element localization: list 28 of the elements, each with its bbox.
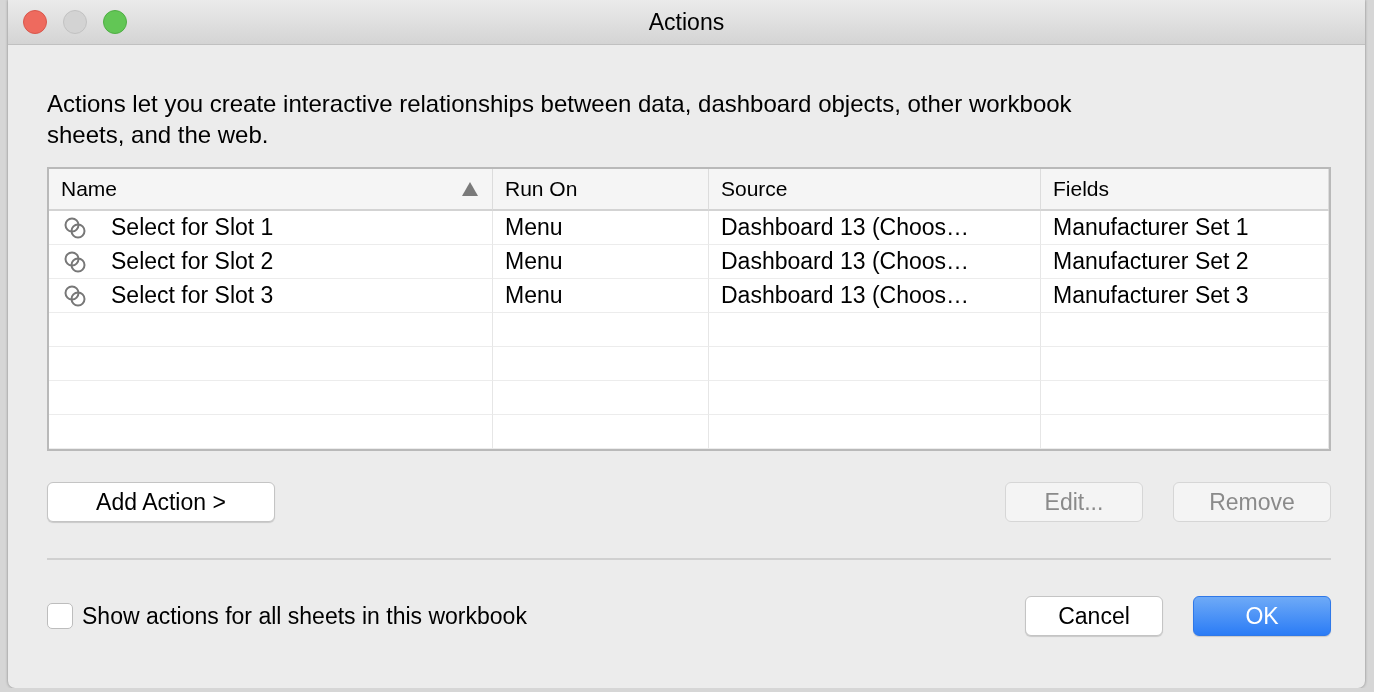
checkbox-label: Show actions for all sheets in this workbook <box>82 602 527 630</box>
checkbox[interactable] <box>47 603 73 629</box>
table-cell: Dashboard 13 (Choos… <box>709 245 1041 279</box>
action-name: Select for Slot 2 <box>111 248 274 275</box>
window-title: Actions <box>648 8 725 35</box>
action-name: Select for Slot 3 <box>111 282 274 309</box>
table-cell: Manufacturer Set 2 <box>1041 245 1329 279</box>
column-header[interactable]: Name <box>49 169 493 211</box>
column-header[interactable]: Run On <box>493 169 709 211</box>
action-name: Select for Slot 1 <box>111 214 274 241</box>
column-header[interactable]: Source <box>709 169 1041 211</box>
description-text: Actions let you create interactive relationships between data, dashboard objects, other workbook sheets, and the web. <box>47 89 1073 150</box>
table-cell: Manufacturer Set 1 <box>1041 211 1329 245</box>
cancel-button[interactable]: Cancel <box>1025 596 1163 636</box>
column-header[interactable]: Fields <box>1041 169 1329 211</box>
close-button[interactable] <box>23 10 47 34</box>
linked-rings-icon <box>63 249 87 274</box>
linked-rings-icon <box>63 283 87 308</box>
zoom-button[interactable] <box>103 10 127 34</box>
minimize-button[interactable] <box>63 10 87 34</box>
table-cell: Menu <box>493 245 709 279</box>
add-action-button[interactable]: Add Action > <box>47 482 275 522</box>
table-cell: Dashboard 13 (Choos… <box>709 211 1041 245</box>
table-cell: Dashboard 13 (Choos… <box>709 279 1041 313</box>
table-cell: Menu <box>493 279 709 313</box>
table-cell: Menu <box>493 211 709 245</box>
linked-rings-icon <box>63 215 87 240</box>
table-cell: Manufacturer Set 3 <box>1041 279 1329 313</box>
